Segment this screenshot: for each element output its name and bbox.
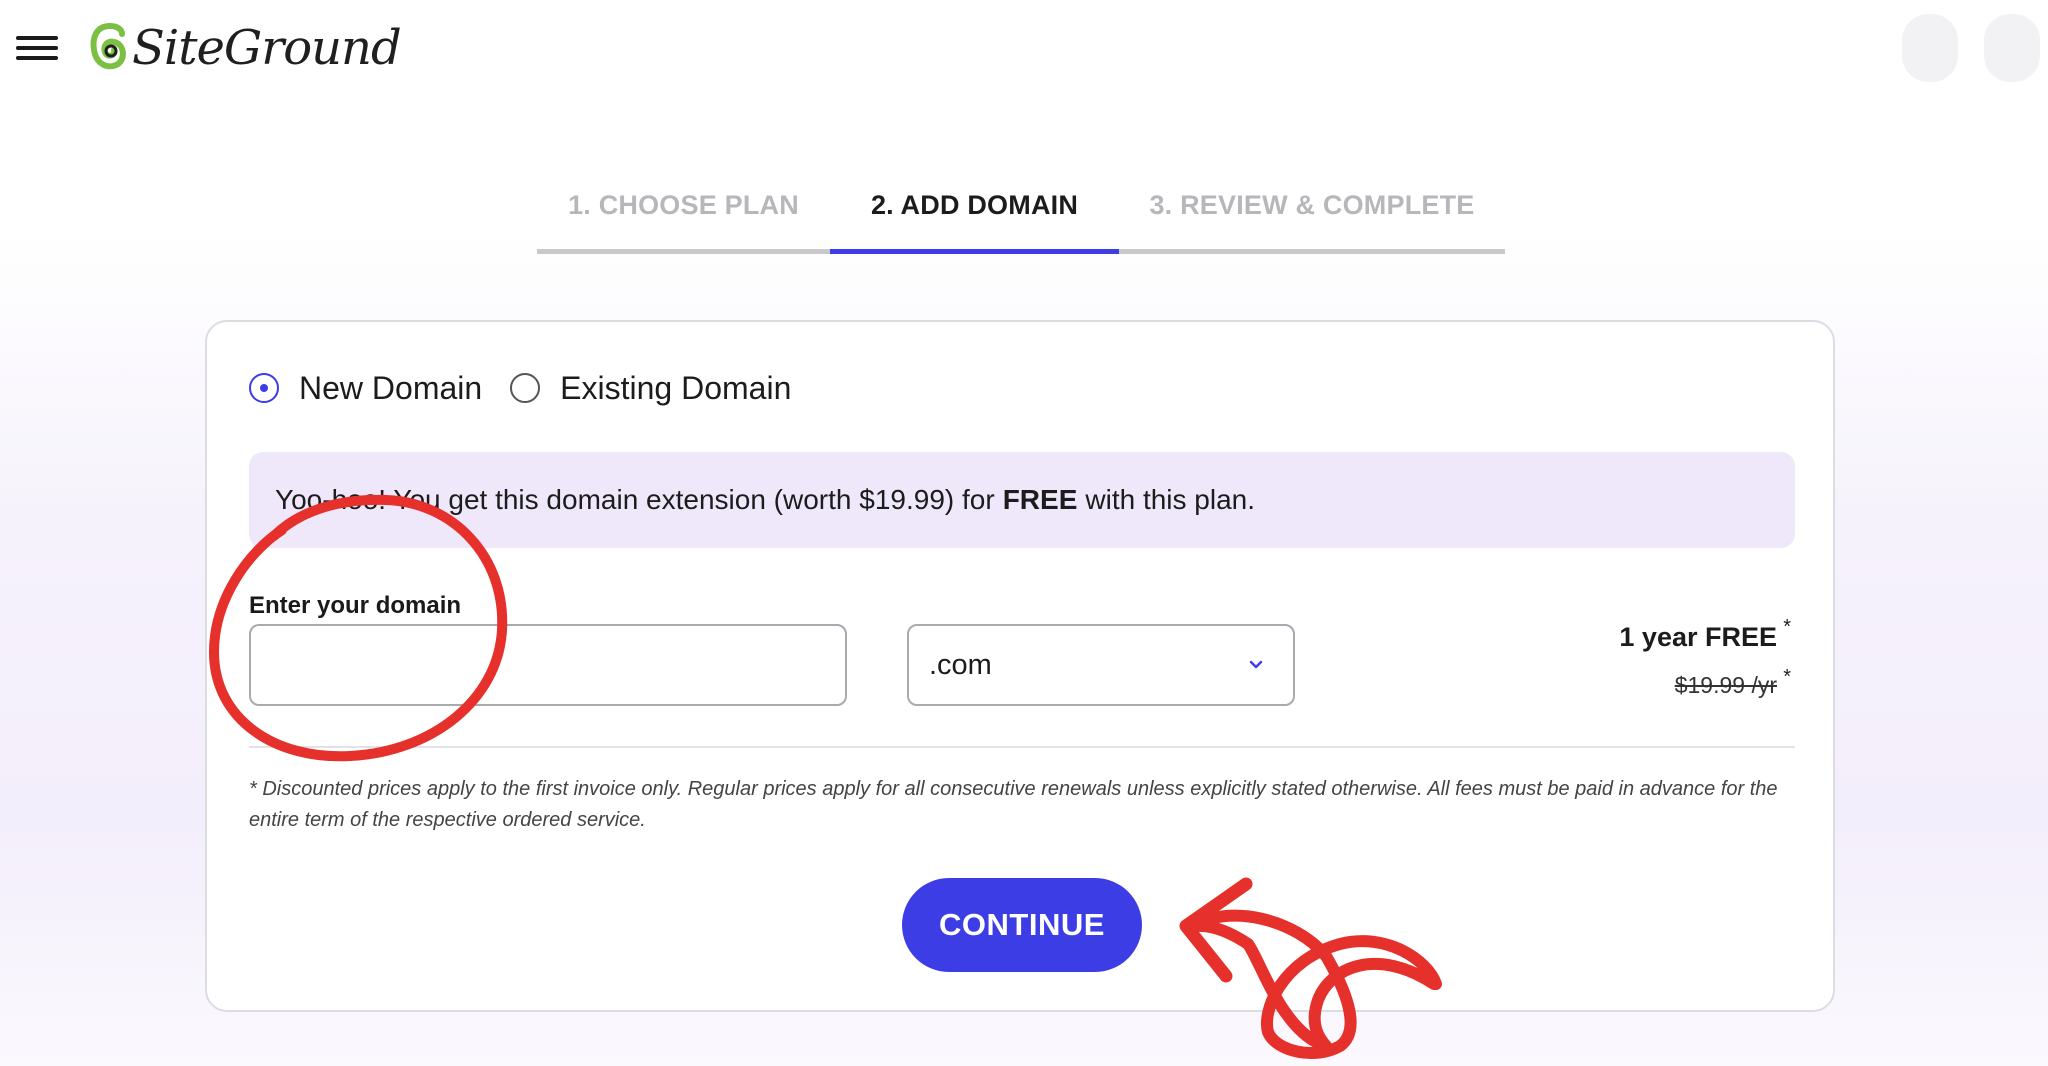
domain-input[interactable] <box>249 624 847 706</box>
new-domain-radio[interactable] <box>249 373 279 403</box>
swirl-logo-icon <box>90 23 126 70</box>
existing-domain-radio[interactable] <box>510 373 541 403</box>
promo-banner: Yoo-hoo! You get this domain extension (… <box>249 452 1795 548</box>
top-header: SiteGround <box>0 0 2048 100</box>
hamburger-menu-icon[interactable] <box>16 34 58 62</box>
header-account-button[interactable] <box>1984 14 2040 82</box>
new-domain-label[interactable]: New Domain <box>299 370 482 407</box>
pricing-disclaimer: * Discounted prices apply to the first i… <box>249 778 1778 831</box>
header-action-button[interactable] <box>1902 14 1958 82</box>
price-asterisk: * <box>1783 616 1791 638</box>
continue-button[interactable]: CONTINUE <box>902 878 1142 972</box>
step-add-domain[interactable]: 2. ADD DOMAIN <box>830 190 1119 254</box>
promo-free-text: FREE <box>1002 484 1078 515</box>
domain-card: New Domain Existing Domain Yoo-hoo! You … <box>205 320 1835 1012</box>
step-choose-plan[interactable]: 1. CHOOSE PLAN <box>537 190 830 254</box>
existing-domain-label[interactable]: Existing Domain <box>560 370 791 407</box>
divider <box>249 746 1795 748</box>
promo-suffix-text: with this plan. <box>1085 484 1256 515</box>
tld-selected-value: .com <box>929 648 992 681</box>
logo-text: SiteGround <box>132 20 402 76</box>
tld-dropdown[interactable]: .com <box>907 624 1295 706</box>
siteground-logo[interactable]: SiteGround <box>88 18 402 78</box>
price-asterisk: * <box>1783 666 1791 688</box>
chevron-down-icon <box>1249 660 1263 669</box>
promo-text: Yoo-hoo! You get this domain extension (… <box>275 484 995 515</box>
checkout-steps: 1. CHOOSE PLAN 2. ADD DOMAIN 3. REVIEW &… <box>537 190 1505 254</box>
step-review-complete[interactable]: 3. REVIEW & COMPLETE <box>1119 190 1505 254</box>
price-free-label: 1 year FREE <box>1619 622 1777 652</box>
domain-field-label: Enter your domain <box>249 592 462 619</box>
price-old-strikethrough: $19.99 /yr <box>1674 672 1777 698</box>
domain-type-selector: New Domain Existing Domain <box>249 366 819 410</box>
